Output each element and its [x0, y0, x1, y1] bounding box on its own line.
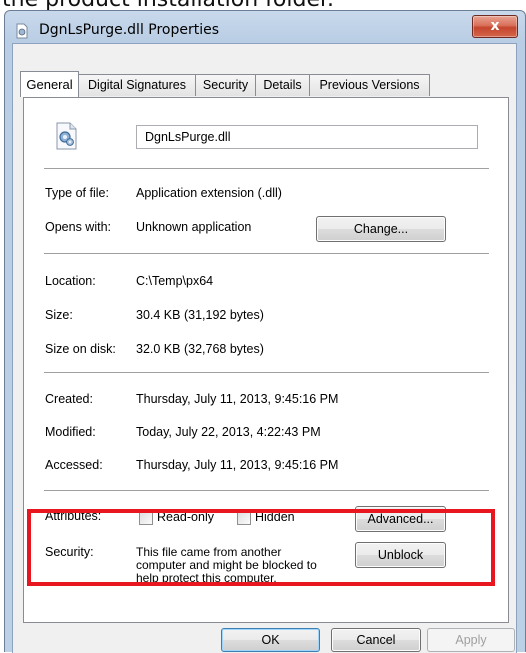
- title-bar[interactable]: DgnLsPurge.dll Properties x: [5, 11, 525, 43]
- separator: [44, 253, 489, 254]
- size-label: Size:: [45, 308, 73, 322]
- cancel-button[interactable]: Cancel: [331, 628, 421, 652]
- file-icon: [56, 122, 77, 150]
- tab-security[interactable]: Security: [195, 74, 256, 96]
- type-of-file-label: Type of file:: [45, 186, 109, 200]
- tab-strip: General Digital Signatures Security Deta…: [20, 71, 500, 99]
- type-of-file-value: Application extension (.dll): [136, 186, 282, 200]
- tab-details[interactable]: Details: [255, 74, 310, 96]
- location-label: Location:: [45, 274, 96, 288]
- opens-with-label: Opens with:: [45, 220, 112, 234]
- close-button[interactable]: x: [472, 15, 518, 38]
- location-value: C:\Temp\px64: [136, 274, 214, 288]
- separator: [44, 372, 489, 373]
- file-name-field[interactable]: DgnLsPurge.dll: [136, 125, 478, 149]
- opens-with-value: Unknown application: [136, 220, 252, 234]
- tab-digital-signatures[interactable]: Digital Signatures: [78, 74, 196, 96]
- title-file-icon: [16, 23, 28, 39]
- modified-value: Today, July 22, 2013, 4:22:43 PM: [136, 425, 321, 439]
- created-label: Created:: [45, 392, 93, 406]
- accessed-value: Thursday, July 11, 2013, 9:45:16 PM: [136, 458, 339, 472]
- separator: [44, 490, 489, 491]
- ok-button[interactable]: OK: [221, 628, 320, 652]
- size-on-disk-value: 32.0 KB (32,768 bytes): [136, 342, 264, 356]
- size-value: 30.4 KB (31,192 bytes): [136, 308, 264, 322]
- window-title: DgnLsPurge.dll Properties: [39, 22, 220, 38]
- separator: [44, 168, 489, 169]
- security-highlight-box: [27, 509, 495, 586]
- file-name-value: DgnLsPurge.dll: [145, 130, 231, 144]
- accessed-label: Accessed:: [45, 458, 103, 472]
- size-on-disk-label: Size on disk:: [45, 342, 116, 356]
- tab-general[interactable]: General: [20, 71, 79, 97]
- tab-previous-versions[interactable]: Previous Versions: [309, 74, 430, 96]
- created-value: Thursday, July 11, 2013, 9:45:16 PM: [136, 392, 339, 406]
- apply-button[interactable]: Apply: [427, 628, 515, 652]
- modified-label: Modified:: [45, 425, 96, 439]
- change-button[interactable]: Change...: [316, 216, 446, 242]
